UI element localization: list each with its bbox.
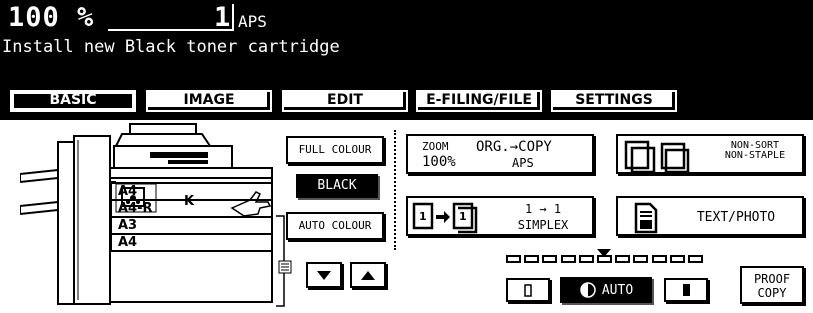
auto-colour-button[interactable]: AUTO COLOUR (286, 212, 384, 240)
tray-3[interactable]: A3 (110, 218, 273, 235)
black-button[interactable]: BLACK (296, 174, 378, 198)
sort-label-2: NON-STAPLE (724, 150, 786, 161)
lighter-button[interactable] (506, 278, 550, 302)
darker-button[interactable] (664, 278, 708, 302)
triangle-up-icon (361, 271, 375, 280)
separator (394, 130, 396, 250)
image-mode-button[interactable]: TEXT/PHOTO (616, 196, 804, 236)
text-photo-icon (634, 202, 658, 234)
status-message: Install new Black toner cartridge (2, 37, 340, 57)
copies-count: 1 (214, 2, 231, 33)
duplex-mode: 1 → 1 (524, 202, 562, 216)
density-segment (688, 255, 703, 263)
darker-icon (683, 284, 690, 296)
density-segment (542, 255, 558, 263)
tab-e-filing-label: E-FILING/FILE (426, 92, 532, 108)
zoom-value: 100% (422, 154, 456, 170)
tab-settings[interactable]: SETTINGS (551, 90, 677, 112)
density-segment (615, 255, 631, 263)
auto-density-icon (580, 282, 596, 298)
tray-list-icon (278, 260, 292, 274)
paper-trays: A4 A4-R A3 A4 (110, 182, 273, 252)
density-segment (524, 255, 540, 263)
scroll-down-button[interactable] (306, 262, 342, 288)
proof-copy-line1: PROOF (753, 272, 791, 286)
tab-edit[interactable]: EDIT (282, 90, 408, 112)
tray-2[interactable]: A4-R (110, 201, 273, 218)
tab-settings-label: SETTINGS (575, 92, 653, 108)
simplex-icon: 1 1 (412, 202, 478, 234)
status-bar: 100 % 1 APS Install new Black toner cart… (0, 0, 813, 80)
zoom-readout: 100 % (8, 2, 95, 33)
tab-basic-label: BASIC (49, 92, 97, 108)
tray-1[interactable]: A4 (110, 184, 273, 201)
density-segment (560, 255, 576, 263)
density-segment (578, 255, 594, 263)
zoom-paper: APS (512, 156, 534, 170)
density-segment (651, 255, 667, 263)
auto-density-button[interactable]: AUTO (560, 277, 652, 303)
duplex-label: SIMPLEX (517, 218, 569, 232)
org-copy-label: ORG.→COPY (476, 139, 552, 155)
sort-finishing-button[interactable]: NON-SORT NON-STAPLE (616, 134, 804, 174)
auto-density-label: AUTO (601, 282, 634, 298)
density-segment (633, 255, 649, 263)
tab-image[interactable]: IMAGE (146, 90, 272, 112)
svg-text:1: 1 (419, 210, 427, 223)
tab-e-filing[interactable]: E-FILING/FILE (416, 90, 542, 112)
scroll-up-button[interactable] (350, 262, 386, 288)
zoom-label: ZOOM (422, 140, 449, 153)
density-segment (597, 255, 612, 263)
proof-copy-button[interactable]: PROOF COPY (740, 266, 804, 304)
duplex-button[interactable]: 1 1 1 → 1 SIMPLEX (406, 196, 594, 236)
svg-text:1: 1 (459, 210, 467, 223)
density-segment (506, 255, 521, 263)
tab-edit-label: EDIT (327, 92, 363, 108)
zoom-button[interactable]: ZOOM 100% ORG.→COPY APS (406, 134, 594, 174)
lighter-icon (524, 284, 532, 297)
paper-readout: APS (238, 12, 267, 31)
tab-image-label: IMAGE (183, 92, 235, 108)
non-sort-icon (624, 140, 690, 172)
density-segment (669, 255, 685, 263)
triangle-down-icon (317, 271, 331, 280)
tray-4[interactable]: A4 (110, 235, 273, 252)
image-mode-label: TEXT/PHOTO (696, 210, 776, 225)
proof-copy-line2: COPY (757, 286, 787, 300)
full-colour-button[interactable]: FULL COLOUR (286, 136, 384, 164)
tab-basic[interactable]: BASIC (10, 90, 136, 112)
